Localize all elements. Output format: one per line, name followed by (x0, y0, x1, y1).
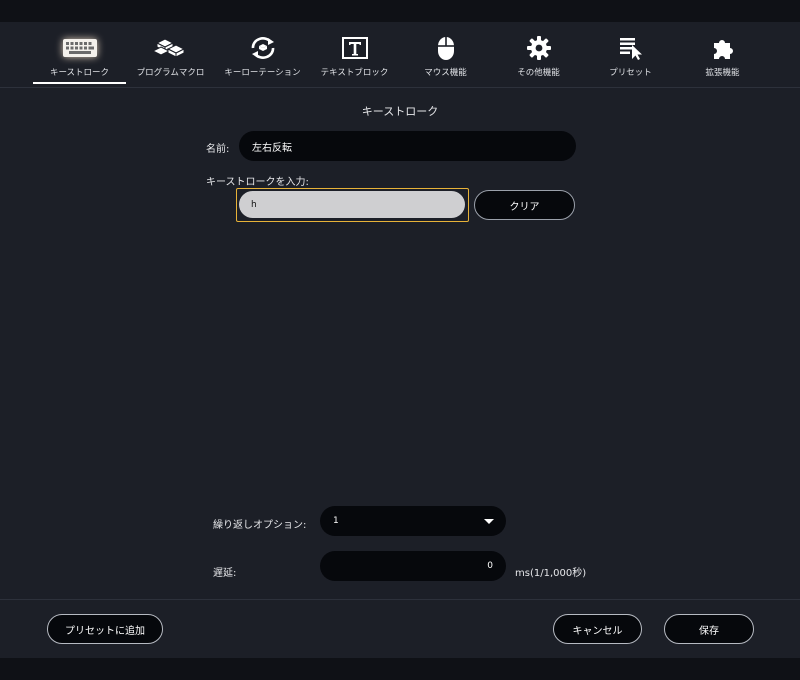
tab-extensions[interactable]: 拡張機能 (676, 22, 769, 86)
tab-label: プログラムマクロ (136, 68, 205, 78)
tab-label: 拡張機能 (705, 68, 740, 78)
repeat-option-select[interactable]: 1 (320, 506, 506, 536)
tab-mouse-function[interactable]: マウス機能 (399, 22, 492, 86)
window-top-bar (0, 0, 800, 22)
text-block-icon (341, 35, 369, 61)
save-button[interactable]: 保存 (664, 614, 754, 644)
tab-label: その他機能 (517, 68, 560, 78)
delay-input[interactable]: 0 (320, 551, 506, 581)
divider (0, 599, 800, 600)
puzzle-icon (710, 35, 736, 61)
chevron-down-icon (484, 519, 494, 524)
tab-preset[interactable]: プリセット (584, 22, 677, 86)
tab-program-macro[interactable]: プログラムマクロ (124, 22, 217, 86)
delay-unit-label: ms(1/1,000秒) (515, 568, 587, 579)
repeat-option-label: 繰り返しオプション: (213, 520, 307, 531)
cancel-button[interactable]: キャンセル (553, 614, 642, 644)
preset-list-icon (617, 35, 645, 61)
tab-other-functions[interactable]: その他機能 (492, 22, 585, 86)
keystroke-label: キーストロークを入力: (206, 177, 309, 188)
divider (0, 87, 800, 88)
active-tab-indicator (33, 82, 126, 84)
section-title: キーストローク (361, 105, 439, 118)
tab-key-rotation[interactable]: キーローテーション (216, 22, 309, 86)
gear-icon (526, 35, 552, 61)
name-input[interactable]: 左右反転 (239, 131, 576, 161)
tab-label: テキストブロック (320, 68, 389, 78)
rotation-icon (248, 35, 278, 61)
tab-text-block[interactable]: テキストブロック (308, 22, 401, 86)
window-bottom-bar (0, 658, 800, 680)
tab-label: キーストローク (49, 68, 110, 78)
tab-label: プリセット (609, 68, 652, 78)
keyboard-icon (62, 35, 98, 61)
tab-label: マウス機能 (424, 68, 467, 78)
delay-label: 遅延: (213, 568, 237, 579)
tab-bar: キーストローク プログラムマクロ キーローテーション テキストブロック マウス機… (0, 22, 800, 86)
tab-keystroke[interactable]: キーストローク (33, 22, 126, 86)
add-to-preset-button[interactable]: プリセットに追加 (47, 614, 163, 644)
repeat-option-value: 1 (333, 516, 339, 526)
keys-stack-icon (151, 35, 190, 61)
clear-button[interactable]: クリア (474, 190, 575, 220)
keystroke-input-focus-frame: h (236, 188, 469, 222)
mouse-icon (435, 35, 457, 61)
tab-label: キーローテーション (224, 68, 301, 78)
keystroke-input[interactable]: h (239, 191, 465, 218)
name-label: 名前: (206, 144, 230, 155)
